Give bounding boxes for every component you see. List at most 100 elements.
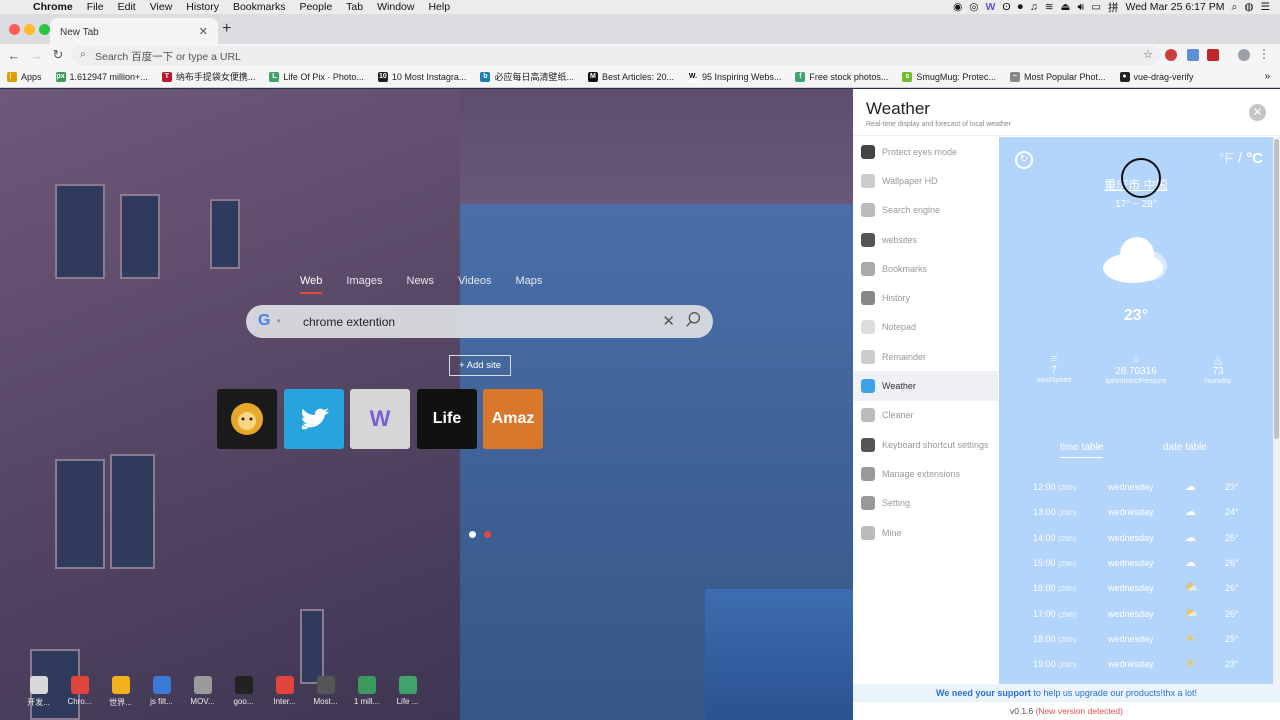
- site-tile-lion[interactable]: [217, 389, 277, 449]
- panel-close-button[interactable]: ✕: [1249, 104, 1266, 121]
- search-tab-maps[interactable]: Maps: [515, 275, 542, 294]
- menu-history[interactable]: History: [179, 1, 226, 13]
- dock-item[interactable]: 1 mill...: [346, 676, 387, 708]
- eject-icon[interactable]: ⏏: [1061, 1, 1071, 13]
- eye-icon[interactable]: ◎: [969, 1, 978, 13]
- dock-item[interactable]: 世界...: [100, 676, 141, 708]
- search-tab-news[interactable]: News: [407, 275, 435, 294]
- site-tile-life[interactable]: Life: [417, 389, 477, 449]
- extension-new-icon[interactable]: [1207, 49, 1219, 61]
- menu-tab[interactable]: Tab: [339, 1, 370, 13]
- bookmark-item[interactable]: M Best Articles: 20...: [581, 71, 681, 82]
- window-close-button[interactable]: [9, 24, 20, 35]
- new-version-notice[interactable]: (New version detected): [1036, 706, 1123, 716]
- reload-icon[interactable]: ↻: [47, 47, 69, 63]
- wifi-icon[interactable]: ≋: [1045, 1, 1054, 13]
- window-minimize-button[interactable]: [24, 24, 35, 35]
- search-query[interactable]: chrome extention: [303, 315, 395, 329]
- menu-item-history[interactable]: History: [853, 283, 998, 312]
- search-submit-icon[interactable]: [685, 311, 702, 328]
- tab-time-table[interactable]: time table: [1060, 442, 1104, 458]
- menu-item-keyboard-shortcut-settings[interactable]: Keyboard shortcut settings: [853, 430, 998, 459]
- menu-item-setting[interactable]: Setting: [853, 489, 998, 518]
- bear-icon[interactable]: ʘ: [1002, 1, 1010, 13]
- panel-scrollbar[interactable]: [1273, 137, 1280, 684]
- site-tile-twitter[interactable]: [284, 389, 344, 449]
- window-zoom-button[interactable]: [39, 24, 50, 35]
- bookmark-item[interactable]: f Free stock photos...: [788, 71, 895, 82]
- page-indicator-dot[interactable]: [469, 531, 476, 538]
- bookmark-item[interactable]: ~ Most Popular Phot...: [1003, 71, 1113, 82]
- omnibox[interactable]: ⌕ Search 百度一下 or type a URL ☆: [71, 46, 1161, 65]
- menu-bookmarks[interactable]: Bookmarks: [226, 1, 293, 13]
- page-indicator-dot-active[interactable]: [484, 531, 491, 538]
- battery-icon[interactable]: ▭: [1091, 1, 1101, 13]
- input-source-icon[interactable]: 拼: [1108, 0, 1119, 15]
- menubar-datetime[interactable]: Wed Mar 25 6:17 PM: [1125, 1, 1224, 13]
- dock-item[interactable]: MOV...: [182, 676, 223, 708]
- menu-item-search-engine[interactable]: Search engine: [853, 196, 998, 225]
- volume-icon[interactable]: 🔊︎: [1077, 1, 1084, 14]
- chrome-menu-icon[interactable]: ⋮: [1258, 47, 1270, 61]
- menu-item-bookmarks[interactable]: Bookmarks: [853, 254, 998, 283]
- support-link[interactable]: We need your support: [936, 688, 1031, 698]
- menu-view[interactable]: View: [143, 1, 180, 13]
- menu-help[interactable]: Help: [421, 1, 457, 13]
- tab-date-table[interactable]: date table: [1163, 442, 1207, 453]
- bookmark-item[interactable]: s SmugMug: Protec...: [895, 71, 1003, 82]
- bookmark-item[interactable]: 10 10 Most Instagra...: [371, 71, 474, 82]
- spotlight-search-icon[interactable]: ⌕: [1232, 1, 1238, 14]
- search-tab-web[interactable]: Web: [300, 275, 323, 294]
- site-tile-amazon[interactable]: Amaz: [483, 389, 543, 449]
- bookmark-item[interactable]: ⋮⋮ Apps: [0, 71, 49, 82]
- unit-celsius[interactable]: °C: [1246, 150, 1263, 167]
- menu-item-cleaner[interactable]: Cleaner: [853, 401, 998, 430]
- google-engine-icon[interactable]: G: [258, 312, 270, 330]
- bookmark-item[interactable]: L Life Of Pix · Photo...: [262, 71, 371, 82]
- dock-item[interactable]: Most...: [305, 676, 346, 708]
- extension-box-icon[interactable]: [1187, 49, 1199, 61]
- menu-item-weather[interactable]: Weather: [853, 371, 998, 401]
- siri-icon[interactable]: ◍: [1244, 1, 1253, 13]
- search-tab-videos[interactable]: Videos: [458, 275, 491, 294]
- dock-item[interactable]: Chro...: [59, 676, 100, 708]
- bookmark-star-icon[interactable]: ☆: [1143, 48, 1153, 61]
- bookmark-item[interactable]: T 纳布手提袋女便携...: [155, 70, 263, 83]
- scrollbar-thumb[interactable]: [1274, 139, 1279, 439]
- menu-item-wallpaper-hd[interactable]: Wallpaper HD: [853, 166, 998, 195]
- back-arrow-icon[interactable]: ←: [3, 48, 25, 63]
- forward-arrow-icon[interactable]: →: [25, 48, 47, 63]
- add-site-button[interactable]: + Add site: [449, 355, 511, 376]
- menu-item-mine[interactable]: Mine: [853, 518, 998, 547]
- record-icon[interactable]: ◉: [953, 1, 962, 13]
- dock-item[interactable]: goo...: [223, 676, 264, 708]
- menu-item-remainder[interactable]: Remainder: [853, 342, 998, 371]
- extension-adblock-icon[interactable]: [1165, 49, 1177, 61]
- tab-close-icon[interactable]: ✕: [199, 25, 208, 38]
- bookmark-item[interactable]: px 1.612947 million+...: [49, 71, 155, 82]
- dock-item[interactable]: 开发...: [18, 676, 59, 708]
- dock-item[interactable]: Life ...: [387, 676, 428, 708]
- bookmarks-overflow-icon[interactable]: »: [1264, 71, 1280, 82]
- profile-avatar[interactable]: [1238, 49, 1250, 61]
- menu-people[interactable]: People: [292, 1, 339, 13]
- bookmark-item[interactable]: b 必应每日高清壁纸...: [473, 70, 581, 83]
- dock-item[interactable]: Inter...: [264, 676, 305, 708]
- menu-item-notepad[interactable]: Notepad: [853, 313, 998, 342]
- new-tab-button[interactable]: +: [222, 20, 231, 38]
- menu-item-websites[interactable]: websites: [853, 225, 998, 254]
- record-tray-icon[interactable]: ⏺: [1018, 1, 1023, 14]
- menu-window[interactable]: Window: [370, 1, 421, 13]
- menu-edit[interactable]: Edit: [111, 1, 143, 13]
- bookmark-item[interactable]: ● vue-drag-verify: [1113, 71, 1201, 82]
- search-box[interactable]: G ▾ chrome extention ✕: [246, 305, 713, 338]
- tab-new-tab[interactable]: New Tab ✕: [50, 18, 218, 44]
- notification-center-icon[interactable]: ☰: [1261, 1, 1270, 13]
- temperature-unit-toggle[interactable]: °F / °C: [1218, 150, 1263, 167]
- refresh-icon[interactable]: ↻: [1015, 151, 1033, 169]
- engine-dropdown-caret-icon[interactable]: ▾: [277, 317, 281, 325]
- unit-fahrenheit[interactable]: °F: [1218, 150, 1233, 167]
- clear-search-icon[interactable]: ✕: [662, 312, 675, 330]
- w-app-icon[interactable]: W: [985, 1, 995, 13]
- bookmark-item[interactable]: W. 95 Inspiring Webs...: [681, 71, 788, 82]
